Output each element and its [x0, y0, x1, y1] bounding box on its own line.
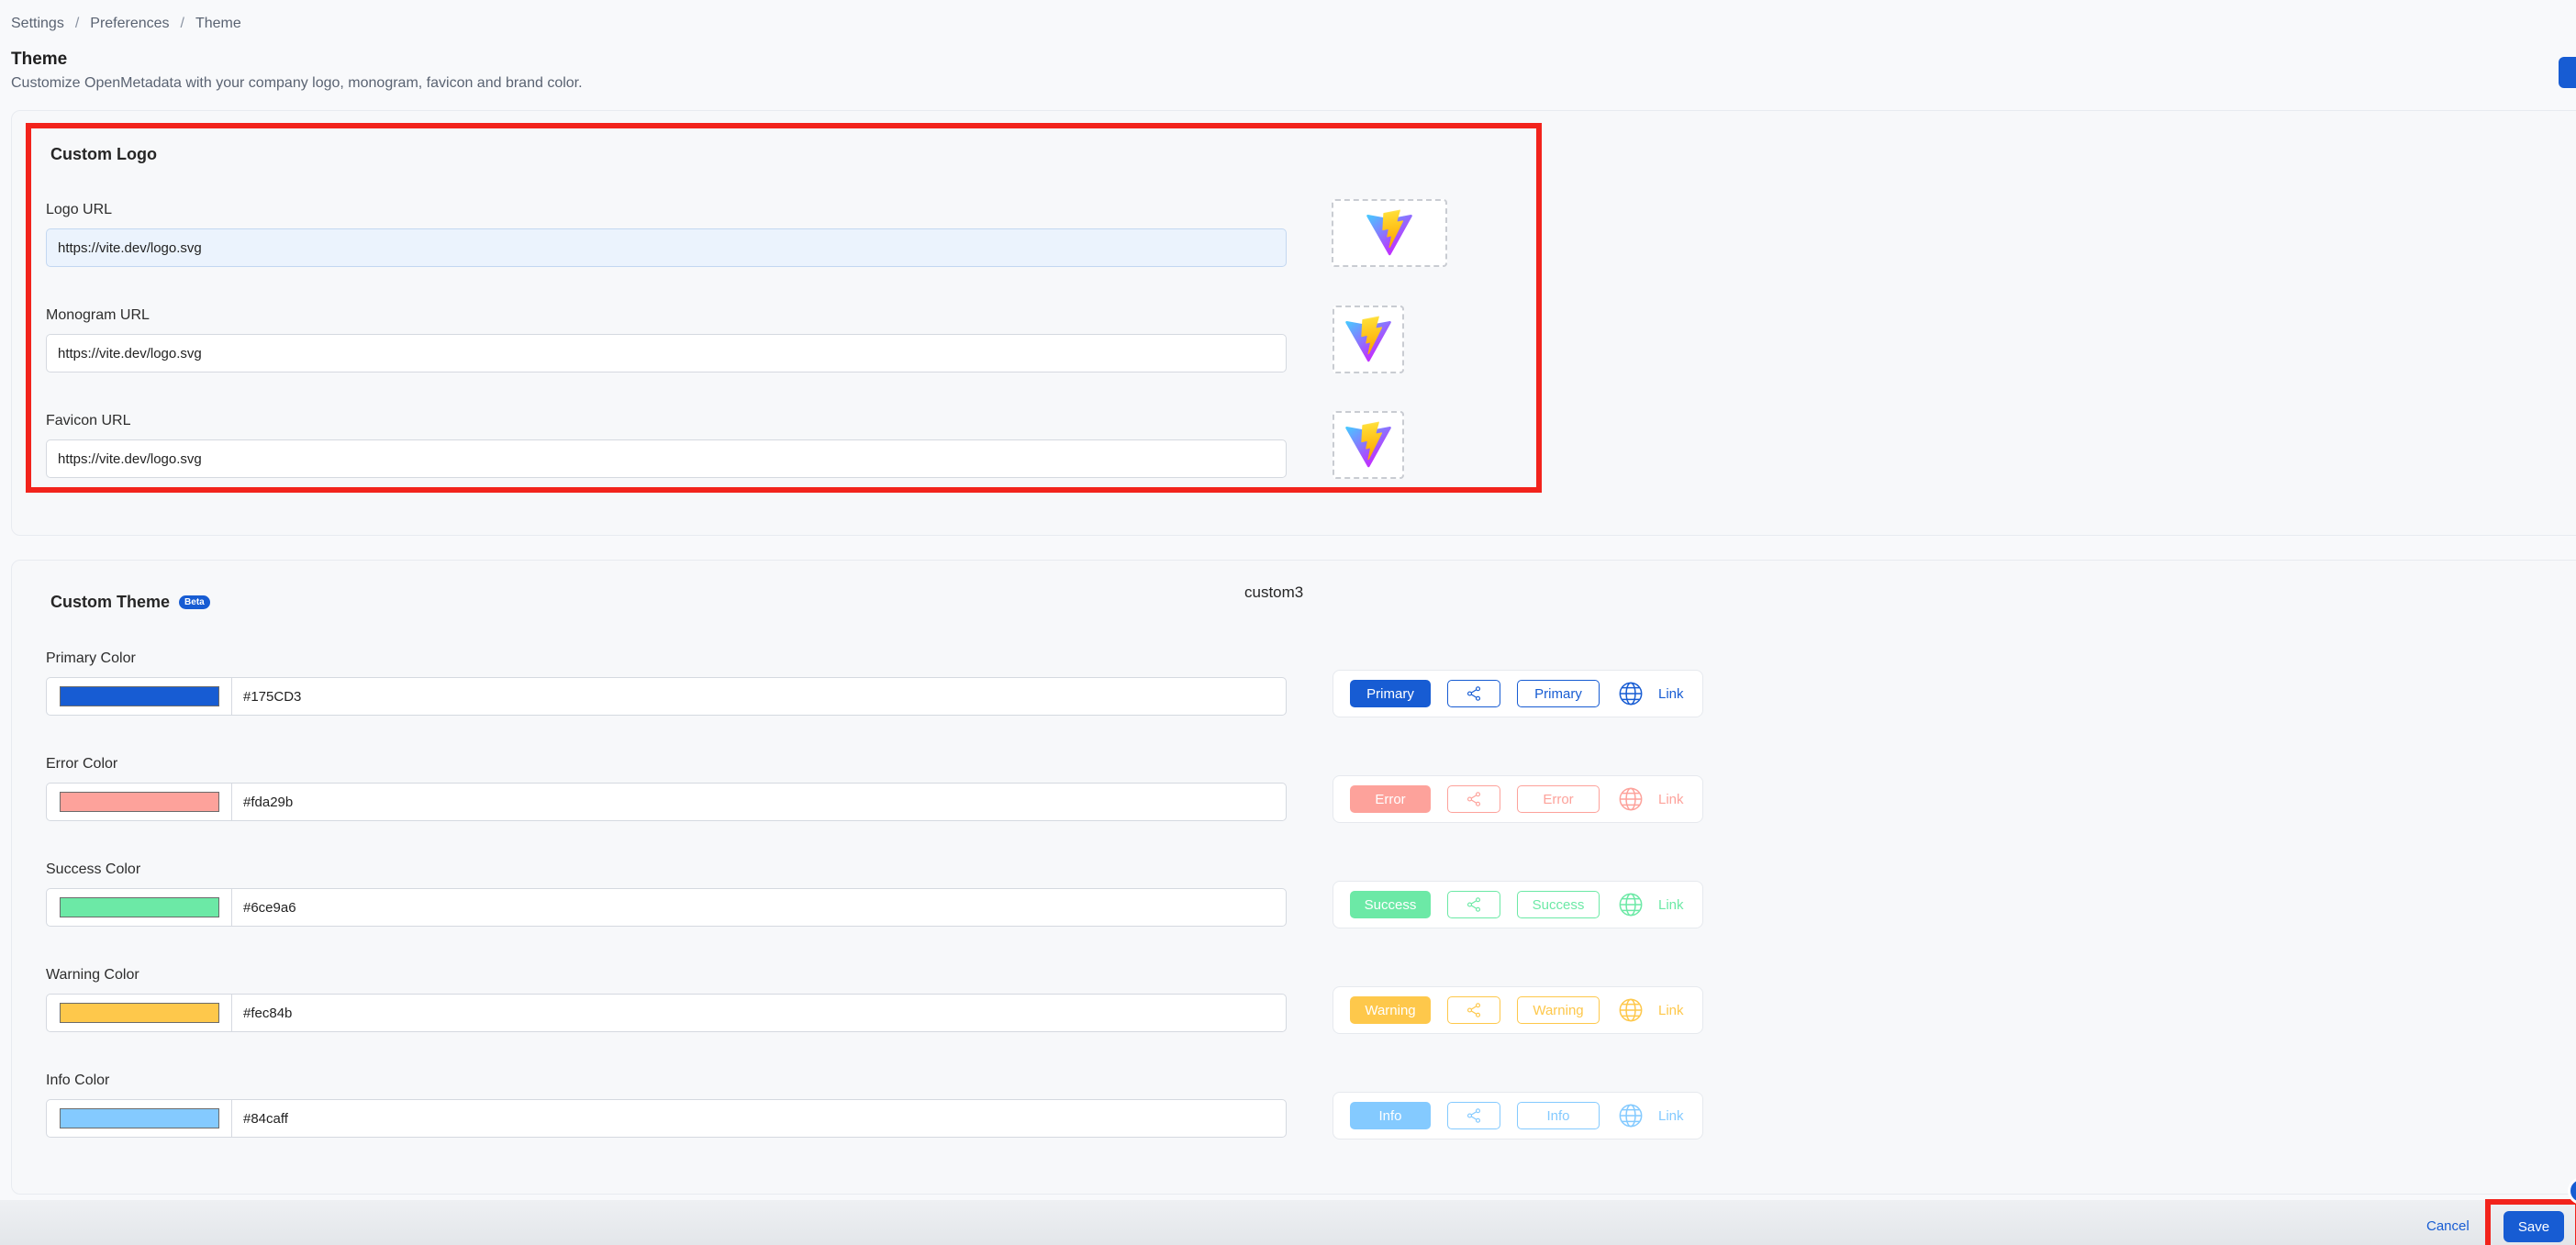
share-icon	[1466, 791, 1482, 807]
primary-color-picker[interactable]	[47, 678, 232, 715]
error-color-input[interactable]: #fda29b	[46, 783, 1287, 821]
warning-color-swatch	[59, 1003, 219, 1023]
favicon-url-value: https://vite.dev/logo.svg	[58, 450, 202, 467]
primary-preview-outline-button[interactable]: Primary	[1517, 680, 1600, 707]
breadcrumb-settings[interactable]: Settings	[11, 16, 64, 32]
favicon-url-input[interactable]: https://vite.dev/logo.svg	[46, 439, 1287, 478]
favicon-url-preview	[1333, 411, 1404, 479]
info-preview-solid-button[interactable]: Info	[1350, 1102, 1431, 1129]
vite-logo-icon	[1344, 421, 1392, 469]
breadcrumb-separator: /	[74, 16, 80, 31]
logo-url-value: https://vite.dev/logo.svg	[58, 239, 202, 256]
vite-logo-icon	[1366, 209, 1413, 257]
monogram-url-label: Monogram URL	[46, 307, 150, 323]
warning-color-input[interactable]: #fec84b	[46, 994, 1287, 1032]
success-color-picker[interactable]	[47, 889, 232, 926]
error-preview-outline-button[interactable]: Error	[1517, 785, 1600, 813]
error-hex-value[interactable]: #fda29b	[232, 795, 293, 810]
vite-logo-icon	[1344, 316, 1392, 363]
save-button[interactable]: Save	[2504, 1211, 2564, 1242]
success-hex-value[interactable]: #6ce9a6	[232, 900, 296, 916]
error-preview-icon-button[interactable]	[1447, 785, 1500, 813]
success-preview-outline-button[interactable]: Success	[1517, 891, 1600, 918]
breadcrumb: Settings / Preferences / Theme	[11, 16, 241, 32]
globe-icon	[1616, 679, 1645, 708]
primary-hex-value[interactable]: #175CD3	[232, 689, 301, 705]
monogram-url-input[interactable]: https://vite.dev/logo.svg	[46, 334, 1287, 372]
error-color-label: Error Color	[46, 756, 118, 772]
success-preview-solid-button[interactable]: Success	[1350, 891, 1431, 918]
success-preview-link[interactable]: Link	[1658, 897, 1684, 913]
info-hex-value[interactable]: #84caff	[232, 1111, 288, 1127]
warning-hex-value[interactable]: #fec84b	[232, 1006, 292, 1021]
info-color-label: Info Color	[46, 1073, 110, 1088]
warning-preview-solid-button[interactable]: Warning	[1350, 996, 1431, 1024]
info-preview-outline-button[interactable]: Info	[1517, 1102, 1600, 1129]
success-color-label: Success Color	[46, 861, 141, 877]
info-color-swatch	[59, 1108, 219, 1128]
success-color-swatch	[59, 897, 219, 917]
breadcrumb-separator: /	[180, 16, 184, 31]
custom-theme-title: Custom Theme Beta	[50, 593, 210, 612]
share-icon	[1466, 685, 1482, 702]
share-icon	[1466, 1002, 1482, 1018]
warning-preview-icon-button[interactable]	[1447, 996, 1500, 1024]
primary-color-swatch	[59, 686, 219, 706]
success-color-input[interactable]: #6ce9a6	[46, 888, 1287, 927]
primary-color-input[interactable]: #175CD3	[46, 677, 1287, 716]
cancel-button[interactable]: Cancel	[2426, 1218, 2470, 1234]
breadcrumb-preferences[interactable]: Preferences	[90, 16, 169, 32]
warning-color-picker[interactable]	[47, 995, 232, 1031]
info-color-input[interactable]: #84caff	[46, 1099, 1287, 1138]
primary-preview-box: Primary Primary Link	[1333, 670, 1703, 717]
beta-badge: Beta	[179, 595, 210, 609]
warning-preview-outline-button[interactable]: Warning	[1517, 996, 1600, 1024]
reset-button[interactable]	[2559, 57, 2576, 88]
warning-preview-link[interactable]: Link	[1658, 1003, 1684, 1018]
info-color-picker[interactable]	[47, 1100, 232, 1137]
globe-icon	[1616, 784, 1645, 814]
primary-preview-solid-button[interactable]: Primary	[1350, 680, 1431, 707]
globe-icon	[1616, 1101, 1645, 1130]
custom-logo-title: Custom Logo	[50, 145, 157, 163]
breadcrumb-theme: Theme	[195, 16, 241, 31]
error-preview-link[interactable]: Link	[1658, 792, 1684, 807]
share-icon	[1466, 896, 1482, 913]
logo-url-input[interactable]: https://vite.dev/logo.svg	[46, 228, 1287, 267]
success-preview-icon-button[interactable]	[1447, 891, 1500, 918]
warning-preview-box: Warning Warning Link	[1333, 986, 1703, 1034]
logo-url-preview	[1332, 199, 1447, 267]
primary-preview-link[interactable]: Link	[1658, 686, 1684, 702]
monogram-url-value: https://vite.dev/logo.svg	[58, 345, 202, 361]
info-preview-icon-button[interactable]	[1447, 1102, 1500, 1129]
info-preview-link[interactable]: Link	[1658, 1108, 1684, 1124]
logo-url-label: Logo URL	[46, 202, 113, 217]
primary-color-label: Primary Color	[46, 650, 136, 666]
error-preview-box: Error Error Link	[1333, 775, 1703, 823]
globe-icon	[1616, 890, 1645, 919]
warning-color-label: Warning Color	[46, 967, 139, 983]
theme-name-label: custom3	[1244, 584, 1304, 601]
success-preview-box: Success Success Link	[1333, 881, 1703, 928]
page-subtitle: Customize OpenMetadata with your company…	[11, 75, 583, 91]
primary-preview-icon-button[interactable]	[1447, 680, 1500, 707]
footer-bar	[0, 1200, 2576, 1245]
share-icon	[1466, 1107, 1482, 1124]
error-preview-solid-button[interactable]: Error	[1350, 785, 1431, 813]
page-title: Theme	[11, 50, 68, 69]
globe-icon	[1616, 995, 1645, 1025]
error-color-swatch	[59, 792, 219, 812]
monogram-url-preview	[1333, 306, 1404, 373]
favicon-url-label: Favicon URL	[46, 413, 131, 428]
error-color-picker[interactable]	[47, 784, 232, 820]
info-preview-box: Info Info Link	[1333, 1092, 1703, 1139]
